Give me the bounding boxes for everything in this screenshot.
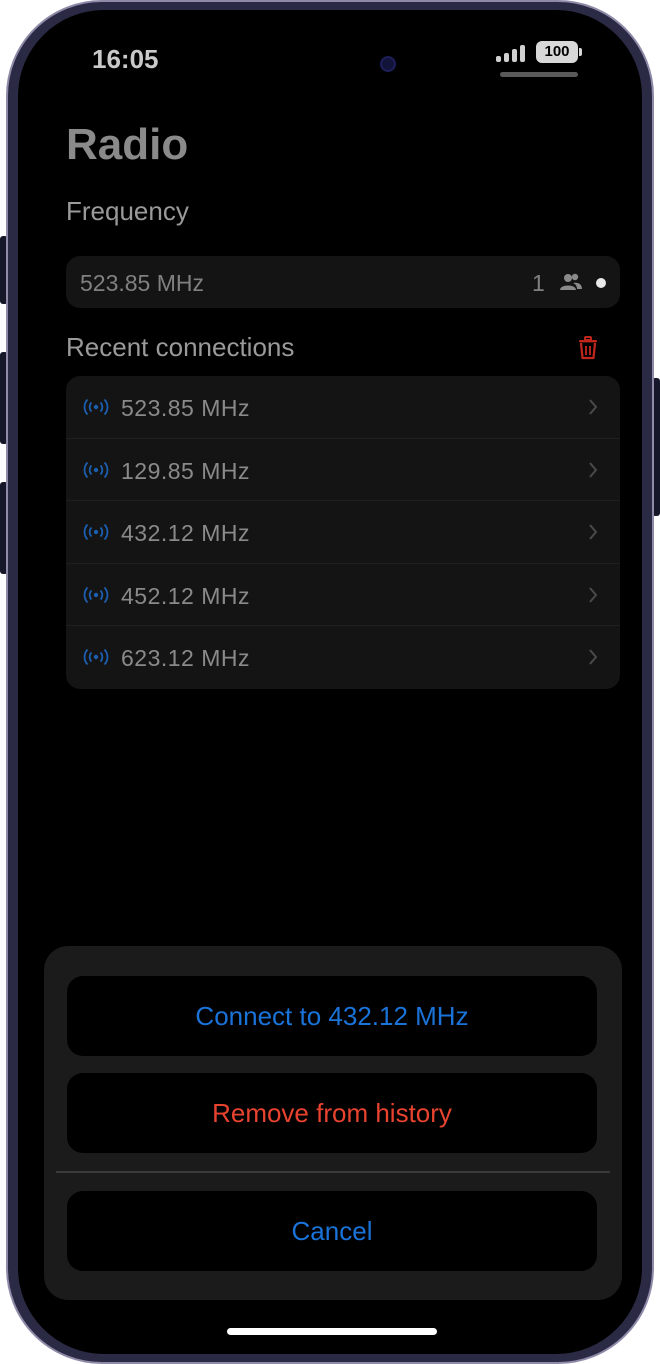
radio-waves-icon xyxy=(83,461,109,478)
list-item-label: 129.85 MHz xyxy=(121,457,251,484)
signal-bars-icon xyxy=(496,44,530,62)
chevron-right-icon xyxy=(589,461,598,478)
sheet-divider xyxy=(56,1171,610,1173)
list-item[interactable]: 432.12 MHz xyxy=(66,501,620,564)
trash-icon[interactable] xyxy=(578,336,598,360)
list-item-label: 623.12 MHz xyxy=(121,645,251,672)
recent-connections-label: Recent connections xyxy=(66,332,295,362)
chevron-right-icon xyxy=(589,399,598,415)
cancel-button[interactable]: Cancel xyxy=(67,1191,597,1271)
radio-waves-icon xyxy=(83,649,109,666)
list-item-label: 452.12 MHz xyxy=(121,582,251,609)
list-item[interactable]: 623.12 MHz xyxy=(66,626,620,689)
list-item-label: 523.85 MHz xyxy=(121,395,251,421)
connect-button[interactable]: Connect to 432.12 MHz xyxy=(67,976,597,1056)
connection-status-dot xyxy=(596,278,606,288)
screen: 16:05 100 Radio Frequency 523.85 MHz 1 R… xyxy=(18,10,642,1354)
remove-from-history-button[interactable]: Remove from history xyxy=(67,1073,597,1153)
home-indicator[interactable] xyxy=(227,1328,437,1335)
list-item[interactable]: 452.12 MHz xyxy=(66,564,620,627)
chevron-right-icon xyxy=(589,524,598,540)
list-item[interactable]: 129.85 MHz xyxy=(66,439,620,502)
front-camera xyxy=(380,56,396,72)
page-title: Radio xyxy=(66,120,189,169)
status-time: 16:05 xyxy=(92,44,159,74)
frequency-value: 523.85 MHz xyxy=(80,270,205,296)
list-item[interactable]: 523.85 MHz xyxy=(66,376,620,439)
users-icon xyxy=(560,273,582,290)
chevron-right-icon xyxy=(589,649,598,666)
chevron-right-icon xyxy=(589,587,598,603)
action-sheet: Connect to 432.12 MHz Remove from histor… xyxy=(44,946,622,1300)
frequency-field[interactable]: 523.85 MHz 1 xyxy=(66,256,620,308)
phone-frame: 16:05 100 Radio Frequency 523.85 MHz 1 R… xyxy=(6,0,654,1364)
status-indicator-line xyxy=(500,72,578,77)
radio-waves-icon xyxy=(83,524,109,541)
listener-count: 1 xyxy=(532,270,545,296)
list-item-label: 432.12 MHz xyxy=(121,520,251,547)
recent-connections-list: 523.85 MHz 129.85 MHz 432.12 MHz 452.12 … xyxy=(66,376,620,689)
frequency-label: Frequency xyxy=(66,196,189,226)
radio-waves-icon xyxy=(83,586,109,603)
battery-icon: 100 xyxy=(536,41,578,63)
battery-tip xyxy=(579,48,582,56)
radio-waves-icon xyxy=(83,398,109,416)
